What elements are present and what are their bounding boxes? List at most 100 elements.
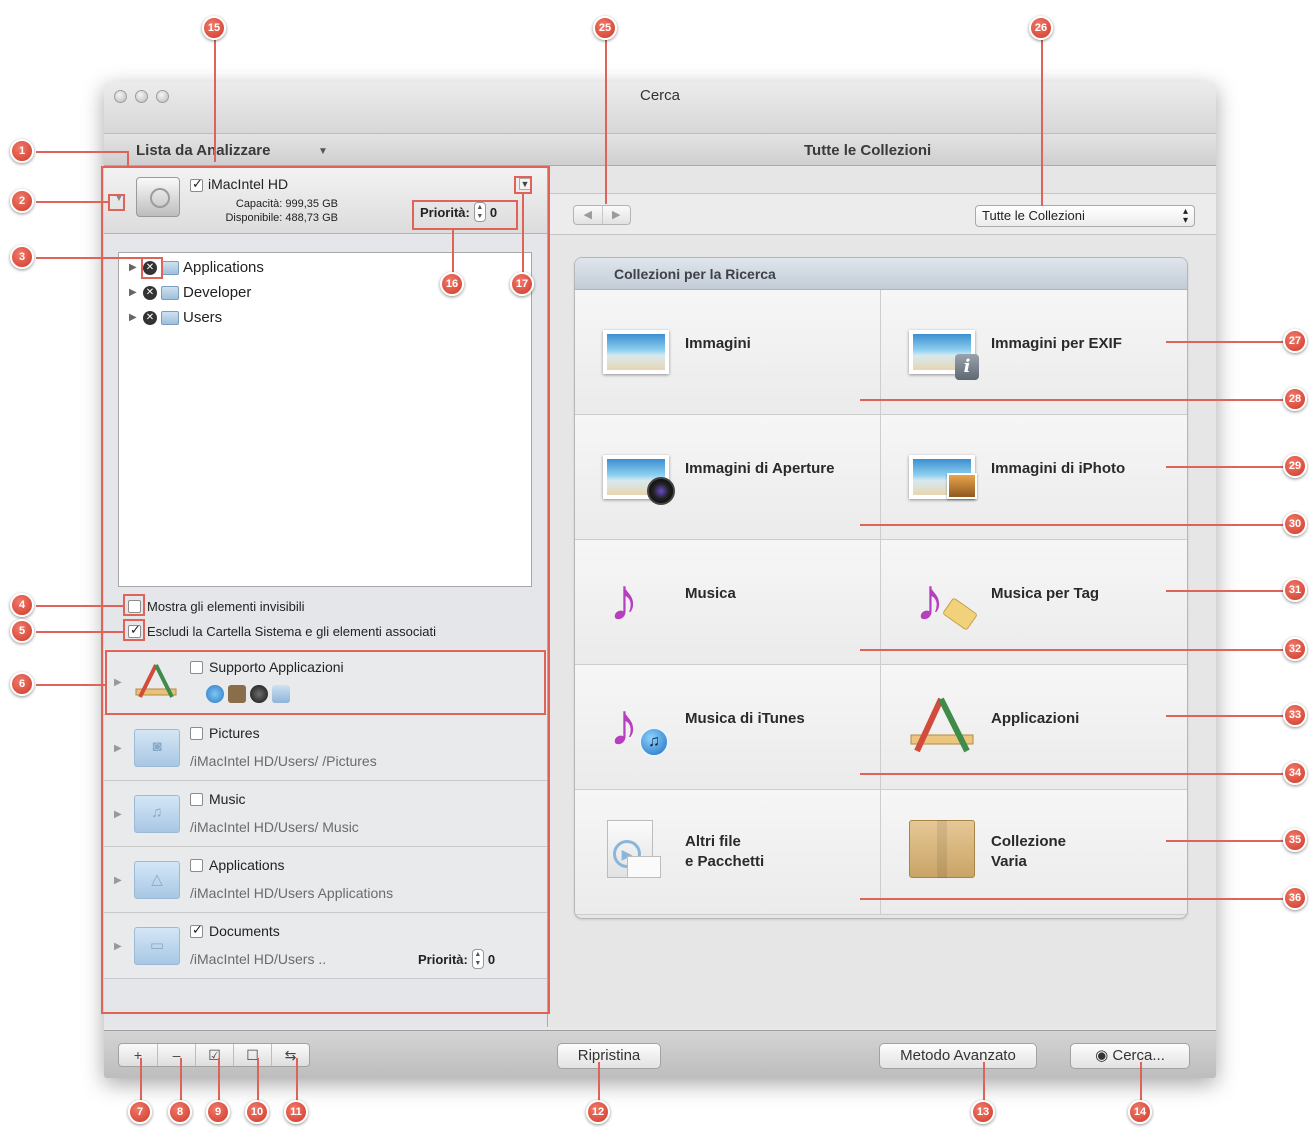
navigation-buttons: ◀ ▶ — [573, 205, 631, 225]
forward-arrow-icon[interactable]: ▶ — [601, 206, 631, 224]
callout-badge: 5 — [10, 619, 34, 643]
annotation-box-scan-list — [101, 166, 550, 1014]
callout-badge: 36 — [1283, 886, 1307, 910]
callout-badge: 1 — [10, 139, 34, 163]
leader-line — [860, 524, 1284, 526]
callout-badge: 7 — [128, 1100, 152, 1124]
search-icon: ◉ — [1095, 1047, 1109, 1064]
reset-button[interactable]: Ripristina — [557, 1043, 661, 1069]
leader-line — [1041, 40, 1043, 206]
annotation-box-supporto — [105, 650, 546, 715]
advanced-method-button[interactable]: Metodo Avanzato — [879, 1043, 1037, 1069]
scan-list-menu-arrow-icon[interactable]: ▼ — [318, 146, 328, 157]
collections-select-value: Tutte le Collezioni — [982, 208, 1085, 223]
collection-applicazioni[interactable]: Applicazioni — [881, 665, 1187, 790]
leader-line — [127, 151, 129, 167]
back-arrow-icon[interactable]: ◀ — [574, 206, 602, 224]
annotation-box-priority — [412, 200, 518, 230]
collection-label: Musica per Tag — [991, 585, 1100, 602]
itunes-music-icon: ♪ ♫ — [601, 695, 671, 757]
leader-line — [140, 1058, 142, 1106]
callout-badge: 25 — [593, 16, 617, 40]
callout-badge: 15 — [202, 16, 226, 40]
callout-badge: 17 — [510, 272, 534, 296]
collection-musica-tag[interactable]: ♪ Musica per Tag — [881, 540, 1187, 665]
leader-line — [257, 1058, 259, 1106]
iphoto-photo-icon — [907, 445, 977, 505]
leader-line — [860, 399, 1284, 401]
leader-line — [1166, 715, 1284, 717]
box-icon — [907, 820, 977, 880]
add-button[interactable]: + — [119, 1044, 157, 1066]
leader-line — [296, 1058, 298, 1106]
collection-label: Immagini — [685, 335, 751, 352]
collection-label: Immagini di Aperture — [685, 460, 835, 477]
remove-button[interactable]: – — [157, 1044, 195, 1066]
callout-badge: 27 — [1283, 329, 1307, 353]
photo-exif-icon: i — [907, 320, 979, 380]
select-arrows-icon: ▴ ▾ — [1182, 206, 1188, 226]
callout-badge: 13 — [971, 1100, 995, 1124]
collection-musica[interactable]: ♪ Musica — [575, 540, 881, 665]
collection-immagini-aperture[interactable]: Immagini di Aperture — [575, 415, 881, 540]
leader-line — [36, 684, 106, 686]
collection-label: Musica — [685, 585, 736, 602]
collection-label: Immagini di iPhoto — [991, 460, 1126, 477]
annotation-box-show-invisible — [123, 594, 145, 616]
collections-panel-title: Collezioni per la Ricerca — [575, 258, 1187, 290]
uncheck-all-button[interactable]: ☐ — [233, 1044, 271, 1066]
leader-line — [1166, 341, 1284, 343]
bottom-toolbar: + – ☑ ☐ ⇆ Ripristina Metodo Avanzato ◉ C… — [104, 1030, 1216, 1078]
collections-select[interactable]: Tutte le Collezioni ▴ ▾ — [975, 205, 1195, 227]
leader-line — [36, 151, 128, 153]
window-title: Cerca — [639, 87, 680, 104]
callout-badge: 33 — [1283, 703, 1307, 727]
search-button[interactable]: ◉ Cerca... — [1070, 1043, 1190, 1069]
leader-line — [860, 649, 1284, 651]
collection-varia[interactable]: Collezione Varia — [881, 790, 1187, 915]
leader-line — [36, 631, 124, 633]
collection-label: Musica di iTunes — [685, 710, 805, 727]
callout-badge: 9 — [206, 1100, 230, 1124]
collection-label: Applicazioni — [991, 710, 1080, 727]
leader-line — [1166, 590, 1284, 592]
collection-immagini-exif[interactable]: i Immagini per EXIF — [881, 290, 1187, 415]
music-tag-icon: ♪ — [907, 570, 979, 631]
collection-label: Immagini per EXIF — [991, 335, 1122, 352]
callout-badge: 12 — [586, 1100, 610, 1124]
leader-line — [180, 1058, 182, 1106]
check-all-button[interactable]: ☑ — [195, 1044, 233, 1066]
photo-icon — [601, 320, 671, 380]
title-bar: Cerca — [104, 82, 1216, 134]
navigation-strip: ◀ ▶ Tutte le Collezioni ▴ ▾ — [549, 193, 1216, 235]
leader-line — [452, 230, 454, 274]
music-note-icon: ♪ — [609, 566, 639, 633]
callout-badge: 32 — [1283, 637, 1307, 661]
leader-line — [36, 201, 108, 203]
callout-badge: 30 — [1283, 512, 1307, 536]
collection-label: Collezione Varia — [991, 832, 1066, 872]
header-bar: Lista da Analizzare ▼ Tutte le Collezion… — [104, 134, 1216, 166]
annotation-box-drive-menu — [514, 176, 532, 194]
callout-badge: 2 — [10, 189, 34, 213]
aperture-photo-icon — [601, 445, 675, 505]
callout-badge: 14 — [1128, 1100, 1152, 1124]
collections-panel: Collezioni per la Ricerca Immagini i Imm… — [574, 257, 1188, 919]
reveal-folder-button[interactable]: ⇆ — [271, 1044, 309, 1066]
leader-line — [1166, 466, 1284, 468]
collection-label-line1: Collezione — [991, 833, 1067, 850]
leader-line — [605, 40, 607, 204]
callout-badge: 31 — [1283, 578, 1307, 602]
callout-badge: 6 — [10, 672, 34, 696]
collection-musica-itunes[interactable]: ♪ ♫ Musica di iTunes — [575, 665, 881, 790]
collection-immagini[interactable]: Immagini — [575, 290, 881, 415]
callout-badge: 4 — [10, 593, 34, 617]
collections-title: Tutte le Collezioni — [804, 142, 932, 159]
collection-immagini-iphoto[interactable]: Immagini di iPhoto — [881, 415, 1187, 540]
list-edit-buttons: + – ☑ ☐ ⇆ — [118, 1043, 310, 1067]
scan-list-title[interactable]: Lista da Analizzare — [136, 142, 271, 159]
leader-line — [214, 40, 216, 162]
callout-badge: 29 — [1283, 454, 1307, 478]
callout-badge: 16 — [440, 272, 464, 296]
collection-altri-file[interactable]: ▶ Altri file e Pacchetti — [575, 790, 881, 915]
